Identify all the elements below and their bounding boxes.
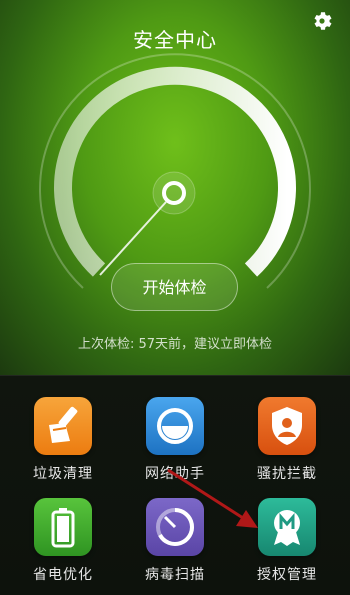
permission-icon (258, 498, 316, 556)
gauge-hub-outer (152, 171, 196, 215)
tile-label: 省电优化 (33, 567, 93, 583)
speed-gauge (39, 53, 311, 289)
network-icon (146, 397, 204, 455)
tile-label: 网络助手 (145, 466, 205, 482)
scan-icon (146, 498, 204, 556)
tile-virus-scan[interactable]: 病毒扫描 (125, 498, 225, 584)
tile-permission-management[interactable]: 授权管理 (237, 498, 337, 584)
tile-label: 授权管理 (257, 567, 317, 583)
tile-power-saving[interactable]: 省电优化 (13, 498, 113, 584)
page-title: 安全中心 (133, 28, 217, 52)
gear-icon[interactable] (310, 9, 334, 33)
tile-junk-clean[interactable]: 垃圾清理 (13, 397, 113, 483)
tile-harassment-block[interactable]: 骚扰拦截 (237, 397, 337, 483)
battery-icon (34, 498, 92, 556)
tile-label: 病毒扫描 (145, 567, 205, 583)
start-check-button[interactable]: 开始体检 (111, 263, 238, 311)
shield-user-icon (258, 397, 316, 455)
tile-network-assistant[interactable]: 网络助手 (125, 397, 225, 483)
tile-label: 垃圾清理 (33, 466, 93, 482)
broom-icon (34, 397, 92, 455)
last-check-status: 上次体检: 57天前，建议立即体检 (77, 337, 273, 352)
tile-label: 骚扰拦截 (257, 466, 317, 482)
panel-divider (0, 375, 350, 376)
